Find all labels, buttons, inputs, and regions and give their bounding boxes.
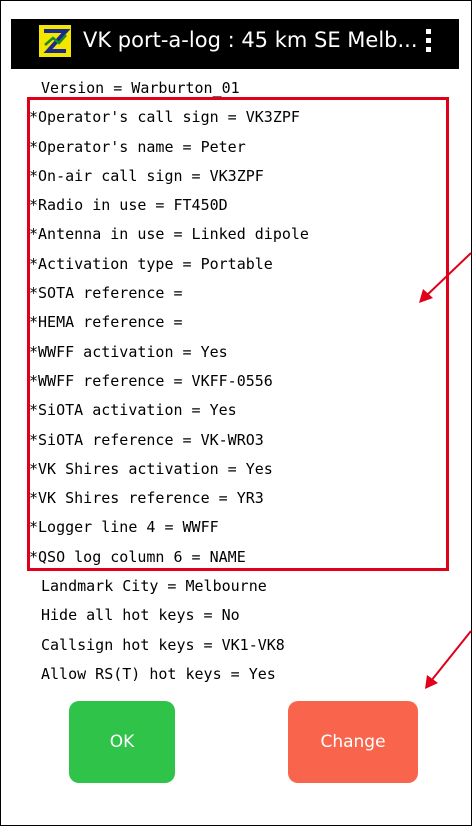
setting-row: Allow RS(T) hot keys = Yes (41, 664, 276, 683)
annotation-arrow-icon (425, 630, 472, 689)
app-logo-icon (39, 25, 71, 57)
annotation-arrow-icon (419, 252, 472, 303)
annotation-highlight-box (27, 97, 449, 571)
app-title: VK port-a-log : 45 km SE Melb... (83, 28, 418, 52)
change-button[interactable]: Change (288, 701, 418, 783)
overflow-menu-icon[interactable] (423, 29, 433, 57)
setting-row: Hide all hot keys = No (41, 606, 240, 625)
setting-row: Callsign hot keys = VK1-VK8 (41, 635, 285, 654)
ok-button[interactable]: OK (69, 701, 175, 783)
setting-row: Landmark City = Melbourne (41, 577, 267, 596)
app-bar: VK port-a-log : 45 km SE Melb... (11, 19, 459, 69)
screenshot-frame: VK port-a-log : 45 km SE Melb... Version… (0, 0, 472, 826)
